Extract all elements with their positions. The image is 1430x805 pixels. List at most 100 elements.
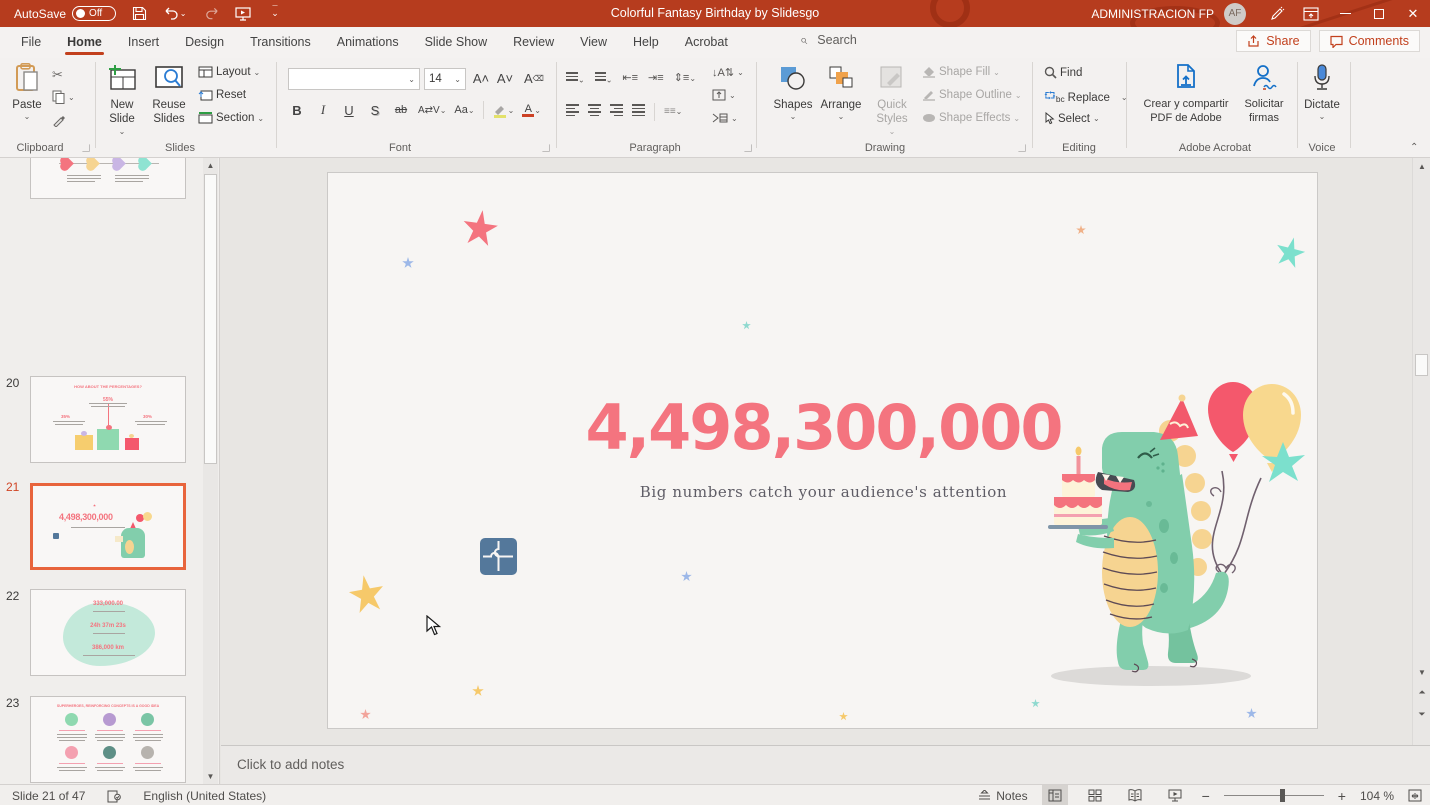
shapes-button[interactable]: Shapes ⌄ (770, 62, 816, 122)
inking-pen-icon[interactable] (1260, 0, 1294, 27)
thumbnail-scrollbar-thumb[interactable] (204, 174, 217, 464)
share-button[interactable]: Share (1236, 30, 1311, 52)
notes-pane[interactable]: Click to add notes (221, 745, 1430, 784)
font-color-button[interactable]: A ⌄ (522, 100, 541, 120)
paragraph-dialog-launcher[interactable] (744, 144, 752, 152)
tab-animations[interactable]: Animations (324, 27, 412, 58)
zoom-out-button[interactable]: − (1202, 788, 1210, 804)
tab-file[interactable]: File (8, 27, 54, 58)
start-slideshow-icon[interactable] (234, 5, 252, 23)
italic-button[interactable]: I (314, 100, 332, 120)
paste-button[interactable]: Paste ⌄ (10, 62, 44, 122)
dictate-button[interactable]: Dictate ⌄ (1300, 62, 1344, 122)
close-button[interactable]: ✕ (1396, 0, 1430, 27)
tab-help[interactable]: Help (620, 27, 672, 58)
autosave-toggle[interactable]: AutoSave Off (14, 6, 117, 21)
copy-button[interactable]: ⌄ (52, 90, 75, 104)
customize-quick-access-icon[interactable]: ⌄ ¯ (266, 4, 284, 23)
decrease-font-size-button[interactable]: A˅ (496, 68, 514, 88)
text-direction-button[interactable]: ↓A⇅ ⌄ (712, 66, 744, 79)
language-indicator[interactable]: English (United States) (143, 789, 266, 803)
zoom-slider[interactable] (1223, 789, 1324, 802)
tab-transitions[interactable]: Transitions (237, 27, 324, 58)
minimize-button[interactable] (1328, 0, 1362, 27)
format-painter-button[interactable] (52, 113, 66, 127)
reading-view-button[interactable] (1122, 785, 1148, 805)
create-pdf-button[interactable]: Crear y compartir PDF de Adobe (1136, 62, 1236, 126)
editor-scrollbar[interactable]: ▲ ▼ ⏶ ⏷ (1412, 158, 1430, 745)
columns-button[interactable]: ≡≡⌄ (664, 106, 682, 117)
new-slide-button[interactable]: New Slide ⌄ (101, 62, 143, 137)
request-signatures-button[interactable]: Solicitar firmas (1236, 62, 1292, 126)
notes-placeholder[interactable]: Click to add notes (237, 757, 344, 772)
select-button[interactable]: Select ⌄ (1044, 112, 1100, 125)
search-box[interactable]: ⌕ Search (800, 32, 857, 48)
section-button[interactable]: Section ⌄ (198, 112, 264, 124)
save-icon[interactable] (130, 5, 148, 23)
accessibility-checker-icon[interactable] (107, 789, 122, 803)
increase-font-size-button[interactable]: A˄ (472, 68, 490, 88)
comments-button[interactable]: Comments (1318, 30, 1420, 52)
account-name[interactable]: ADMINISTRACION FP (1091, 7, 1214, 21)
notes-toggle-button[interactable]: Notes (978, 789, 1028, 803)
editor-canvas[interactable]: 4,498,300,000 Big numbers catch your aud… (221, 158, 1412, 745)
font-size-combo[interactable]: 14 ⌄ (424, 68, 466, 90)
zoom-level[interactable]: 104 % (1360, 789, 1394, 803)
clipboard-dialog-launcher[interactable] (82, 144, 90, 152)
tab-insert[interactable]: Insert (115, 27, 172, 58)
slide-thumbnail-23[interactable]: SUPERHEROES, REINFORCING CONCEPTS IS A G… (30, 696, 186, 783)
slideshow-view-button[interactable] (1162, 785, 1188, 805)
font-name-combo[interactable]: ⌄ (288, 68, 420, 90)
undo-icon[interactable]: ⌄ (162, 5, 188, 23)
convert-smartart-button[interactable]: ⌄ (712, 112, 738, 124)
maximize-button[interactable] (1362, 0, 1396, 27)
bullets-button[interactable]: ⌄ (566, 70, 585, 86)
puzzle-addin-icon[interactable] (480, 538, 517, 575)
increase-indent-button[interactable]: ⇥≡ (648, 71, 664, 84)
reuse-slides-button[interactable]: Reuse Slides (147, 62, 191, 127)
thumbnail-scrollbar[interactable]: ▲ ▼ (203, 158, 218, 784)
tab-slideshow[interactable]: Slide Show (412, 27, 501, 58)
line-spacing-button[interactable]: ⇕≡⌄ (674, 71, 696, 84)
reset-button[interactable]: Reset (198, 89, 246, 101)
slide-thumbnail-20[interactable]: HOW ABOUT THE PERCENTAGES? 55% 35% 30% (30, 376, 186, 463)
layout-button[interactable]: Layout ⌄ (198, 66, 260, 78)
autosave-switch[interactable]: Off (72, 6, 117, 21)
tab-home[interactable]: Home (54, 27, 115, 58)
ribbon-display-options-icon[interactable] (1294, 0, 1328, 27)
slide-sorter-view-button[interactable] (1082, 785, 1108, 805)
zoom-in-button[interactable]: + (1338, 788, 1346, 804)
strikethrough-button[interactable]: ab (392, 100, 410, 120)
zoom-slider-thumb[interactable] (1279, 789, 1285, 802)
find-button[interactable]: Find (1044, 66, 1082, 79)
cut-button[interactable]: ✂⌄ (52, 67, 73, 83)
bold-button[interactable]: B (288, 100, 306, 120)
numbering-button[interactable]: ⌄ (594, 70, 612, 86)
slide-counter[interactable]: Slide 21 of 47 (12, 789, 85, 803)
character-spacing-button[interactable]: A⇄V ⌄ (418, 100, 446, 120)
slide-thumbnail-21-selected[interactable]: 4,498,300,000 (30, 483, 186, 570)
font-dialog-launcher[interactable] (542, 144, 550, 152)
justify-button[interactable] (632, 102, 645, 121)
align-left-button[interactable] (566, 102, 579, 121)
align-center-button[interactable] (588, 102, 601, 121)
next-slide-button[interactable]: ⏷ (1413, 706, 1430, 722)
replace-button[interactable]: ⮔bc Replace ⌄ (1044, 89, 1128, 106)
fit-slide-to-window-icon[interactable] (1408, 789, 1422, 802)
align-right-button[interactable] (610, 102, 623, 121)
underline-button[interactable]: U (340, 100, 358, 120)
scroll-down-icon[interactable]: ▼ (1413, 664, 1430, 680)
tab-design[interactable]: Design (172, 27, 237, 58)
align-text-button[interactable]: ⌄ (712, 89, 736, 101)
editor-scrollbar-thumb[interactable] (1415, 354, 1428, 376)
arrange-button[interactable]: Arrange ⌄ (818, 62, 864, 122)
tab-review[interactable]: Review (500, 27, 567, 58)
normal-view-button[interactable] (1041, 785, 1068, 805)
text-highlight-button[interactable]: ⌄ (492, 100, 514, 120)
shadow-button[interactable]: S (366, 100, 384, 120)
clear-formatting-button[interactable]: A ⌫ (524, 68, 544, 88)
thumbnail-scroll-up-icon[interactable]: ▲ (203, 158, 218, 173)
scroll-up-icon[interactable]: ▲ (1413, 158, 1430, 174)
thumbnail-scroll-down-icon[interactable]: ▼ (203, 769, 218, 784)
drawing-dialog-launcher[interactable] (1018, 144, 1026, 152)
